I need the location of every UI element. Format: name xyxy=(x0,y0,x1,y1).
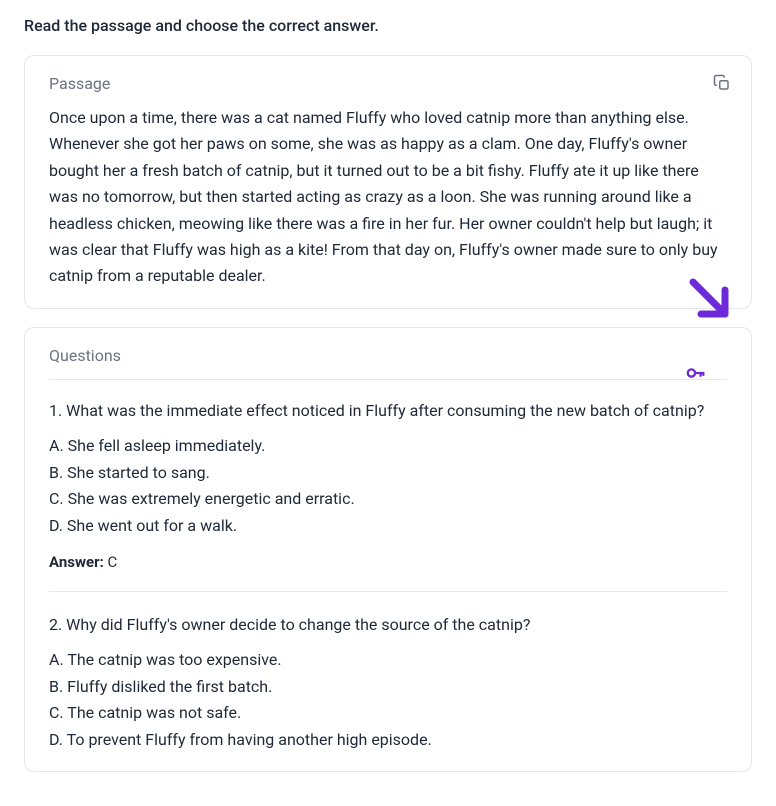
question-item: 2. Why did Fluffy's owner decide to chan… xyxy=(49,612,727,753)
key-icon[interactable] xyxy=(685,362,707,388)
question-options: A. The catnip was too expensive. B. Fluf… xyxy=(49,647,727,753)
copy-icon[interactable] xyxy=(713,74,731,92)
answer-label: Answer: xyxy=(49,553,104,571)
passage-card: Passage Once upon a time, there was a ca… xyxy=(24,55,752,309)
answer-row: Answer: C xyxy=(49,553,727,571)
passage-body: Once upon a time, there was a cat named … xyxy=(49,105,727,290)
questions-card: Questions 1. What was the immediate effe… xyxy=(24,327,752,772)
option-a: A. The catnip was too expensive. xyxy=(49,647,727,673)
question-options: A. She fell asleep immediately. B. She s… xyxy=(49,433,727,539)
option-d: D. To prevent Fluffy from having another… xyxy=(49,727,727,753)
option-c: C. The catnip was not safe. xyxy=(49,700,727,726)
option-b: B. She started to sang. xyxy=(49,460,727,486)
option-c: C. She was extremely energetic and errat… xyxy=(49,486,727,512)
option-b: B. Fluffy disliked the first batch. xyxy=(49,674,727,700)
question-prompt: 2. Why did Fluffy's owner decide to chan… xyxy=(49,612,727,638)
answer-value: C xyxy=(108,553,118,571)
instruction-text: Read the passage and choose the correct … xyxy=(24,16,752,35)
option-a: A. She fell asleep immediately. xyxy=(49,433,727,459)
question-prompt: 1. What was the immediate effect noticed… xyxy=(49,398,727,424)
questions-title: Questions xyxy=(49,346,727,365)
passage-title: Passage xyxy=(49,74,727,93)
question-item: 1. What was the immediate effect noticed… xyxy=(49,398,727,592)
option-d: D. She went out for a walk. xyxy=(49,513,727,539)
